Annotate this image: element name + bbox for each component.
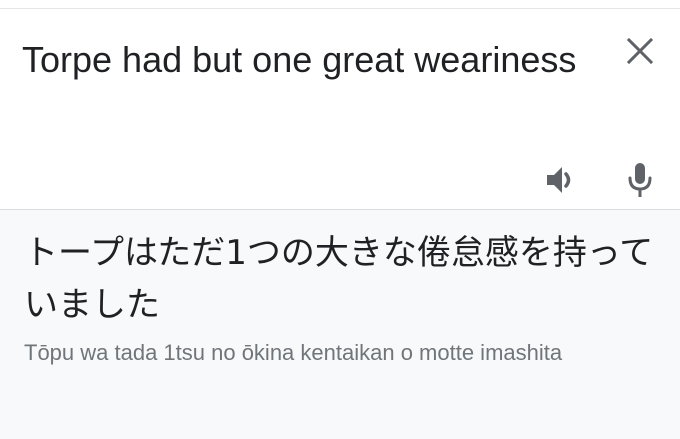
top-edge — [0, 0, 680, 9]
close-icon — [627, 38, 653, 64]
microphone-icon — [628, 163, 652, 197]
romanization-text: Tōpu wa tada 1tsu no ōkina kentaikan o m… — [24, 340, 563, 365]
translation-result-panel: トープはただ1つの大きな倦怠感を持っていました Tōpu wa tada 1ts… — [0, 210, 680, 439]
listen-button[interactable] — [539, 157, 585, 203]
clear-button[interactable] — [620, 31, 660, 71]
translated-text: トープはただ1つの大きな倦怠感を持っていました — [24, 233, 654, 325]
voice-input-button[interactable] — [617, 157, 663, 203]
source-text[interactable]: Torpe had but one great weariness — [22, 34, 582, 86]
source-input-panel[interactable]: Torpe had but one great weariness — [0, 9, 680, 209]
speaker-icon — [547, 167, 571, 193]
